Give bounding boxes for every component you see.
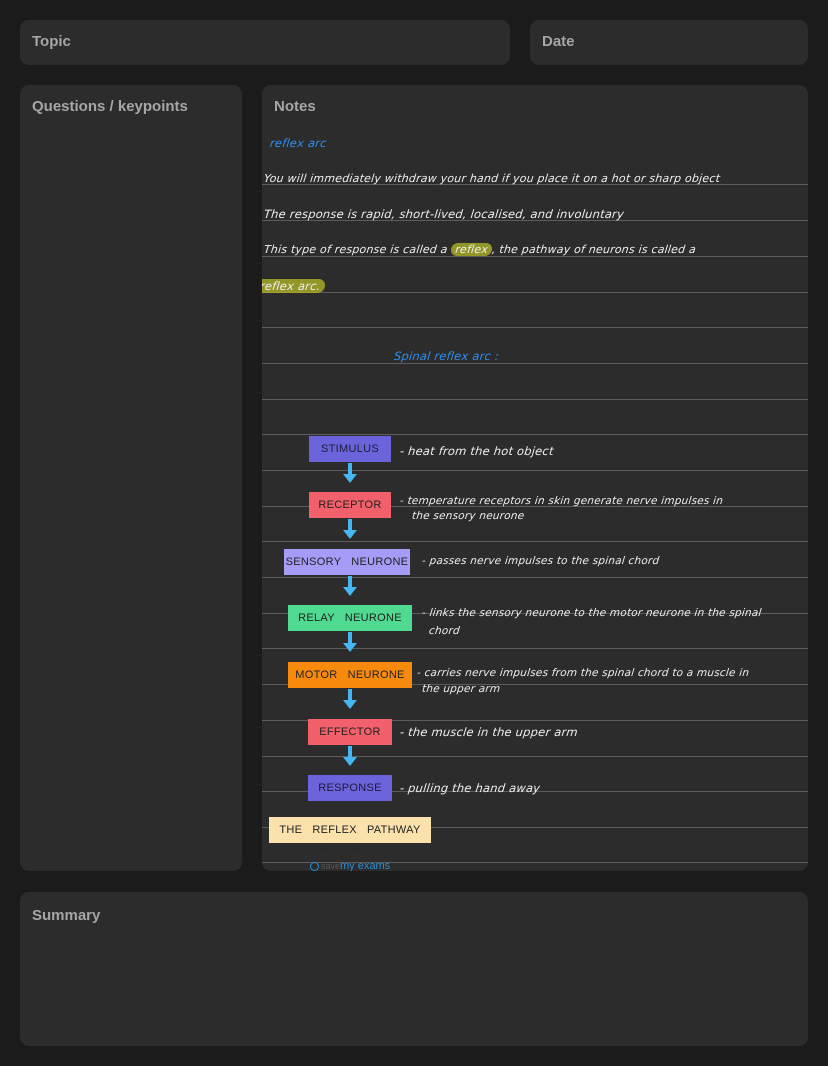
notes-subheading: Spinal reflex arc :: [393, 349, 500, 363]
down-arrow-icon: [343, 689, 357, 709]
brand-logo-icon: [310, 861, 319, 871]
ruled-line: [262, 434, 808, 435]
down-arrow-icon: [343, 576, 357, 596]
pathway-node-receptor: RECEPTOR: [309, 492, 391, 518]
summary-section[interactable]: Summary: [20, 892, 808, 1046]
pathway-node-stimulus: STIMULUS: [309, 436, 391, 462]
down-arrow-icon: [343, 746, 357, 766]
topic-field[interactable]: Topic: [20, 20, 510, 65]
notes-line: The response is rapid, short-lived, loca…: [263, 207, 625, 221]
notes-line: You will immediately withdraw your hand …: [263, 172, 721, 185]
pathway-note: - the muscle in the upper arm: [399, 725, 579, 739]
date-label: Date: [542, 33, 575, 50]
pathway-node-sensory-neurone: SENSORY NEURONE: [284, 549, 410, 575]
pathway-note-continued: the sensory neurone: [411, 510, 525, 522]
notes-column[interactable]: Notes reflex arc You will immediately wi…: [262, 85, 808, 871]
topic-label: Topic: [32, 33, 71, 50]
pathway-node-relay-neurone: RELAY NEURONE: [288, 605, 412, 631]
notes-text: This type of response is called a: [263, 243, 449, 256]
down-arrow-icon: [343, 632, 357, 652]
pathway-note: - heat from the hot object: [399, 444, 555, 458]
summary-label: Summary: [32, 907, 101, 924]
pathway-note-continued: the upper arm: [421, 683, 501, 695]
ruled-line: [262, 327, 808, 328]
questions-keypoints-column[interactable]: Questions / keypoints: [20, 85, 242, 871]
pathway-note-continued: chord: [428, 625, 461, 637]
date-field[interactable]: Date: [530, 20, 808, 65]
pathway-node-motor-neurone: MOTOR NEURONE: [288, 662, 412, 688]
down-arrow-icon: [343, 463, 357, 483]
pathway-note: - pulling the hand away: [399, 781, 541, 795]
ruled-line: [262, 541, 808, 542]
ruled-line: [262, 256, 808, 257]
notes-heading: reflex arc: [269, 136, 328, 150]
brand-prefix: save: [321, 861, 341, 871]
notes-text: , the pathway of neurons is called a: [491, 243, 697, 256]
pathway-caption: THE REFLEX PATHWAY: [269, 817, 431, 843]
watermark-fineprint: · · · · · · · · · · · · · · · · · · · · …: [310, 852, 368, 857]
ruled-line: [262, 577, 808, 578]
notes-label: Notes: [274, 98, 316, 115]
notes-line: This type of response is called a reflex…: [263, 243, 697, 256]
ruled-line: [262, 292, 808, 293]
ruled-line: [262, 363, 808, 364]
down-arrow-icon: [343, 519, 357, 539]
pathway-note: - passes nerve impulses to the spinal ch…: [421, 555, 660, 567]
pathway-note: - links the sensory neurone to the motor…: [421, 607, 763, 619]
pathway-note: - carries nerve impulses from the spinal…: [416, 667, 750, 679]
watermark: savemy exams: [310, 860, 390, 871]
highlighted-term: reflex arc.: [262, 279, 326, 293]
brand-name: my exams: [340, 860, 391, 871]
ruled-line: [262, 399, 808, 400]
highlighted-term: reflex: [450, 243, 493, 256]
ruled-line: [262, 470, 808, 471]
notes-line: reflex arc.: [262, 279, 326, 293]
pathway-node-effector: EFFECTOR: [308, 719, 392, 745]
questions-label: Questions / keypoints: [32, 98, 188, 115]
pathway-note: - temperature receptors in skin generate…: [399, 495, 724, 507]
pathway-node-response: RESPONSE: [308, 775, 392, 801]
